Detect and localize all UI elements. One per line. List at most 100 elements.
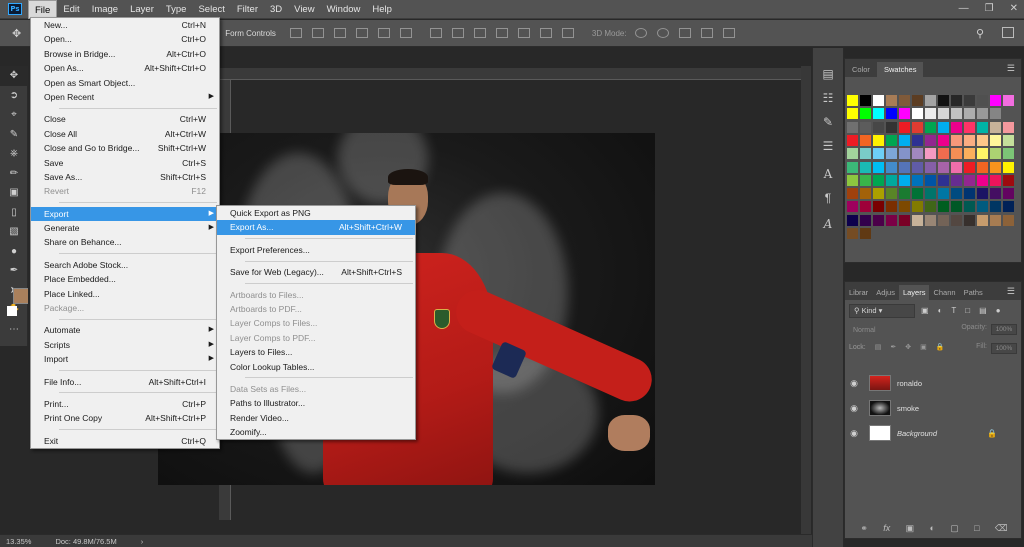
distribute-left-icon[interactable] xyxy=(495,28,508,38)
color-swatch[interactable] xyxy=(847,121,858,133)
color-swatch[interactable] xyxy=(873,121,884,133)
gradient-tool-icon[interactable]: ▧ xyxy=(0,222,28,242)
color-swatch[interactable] xyxy=(990,174,1001,186)
color-swatch[interactable] xyxy=(951,188,962,200)
menu-item-open-recent[interactable]: Open Recent ▶ xyxy=(31,90,219,104)
color-swatch[interactable] xyxy=(847,201,858,213)
more-tools-icon[interactable]: ⋯ xyxy=(0,320,28,340)
menu-item-close-all[interactable]: Close All Alt+Ctrl+W xyxy=(31,127,219,141)
color-swatch[interactable] xyxy=(977,95,988,106)
color-swatch[interactable] xyxy=(938,174,949,186)
color-swatch[interactable] xyxy=(847,174,858,186)
color-swatch[interactable] xyxy=(873,95,884,106)
menu-item-export[interactable]: Export ▶ xyxy=(31,206,219,222)
menu-file[interactable]: File xyxy=(28,0,58,19)
color-swatch[interactable] xyxy=(847,95,858,106)
color-swatch[interactable] xyxy=(938,108,949,120)
menu-item-import[interactable]: Import ▶ xyxy=(31,352,219,366)
filter-shape-icon[interactable]: □ xyxy=(965,306,970,315)
color-swatch[interactable] xyxy=(990,214,1001,226)
visibility-eye-icon[interactable]: ◉ xyxy=(845,403,863,414)
menu-image[interactable]: Image xyxy=(86,0,124,19)
background-color-swatch[interactable] xyxy=(7,306,17,316)
menu-item-print-one-copy[interactable]: Print One Copy Alt+Shift+Ctrl+P xyxy=(31,411,219,425)
color-swatch[interactable] xyxy=(873,134,884,146)
color-swatch[interactable] xyxy=(938,188,949,200)
color-swatch[interactable] xyxy=(964,161,975,173)
color-swatch[interactable] xyxy=(964,95,975,106)
filter-pixel-icon[interactable]: ▣ xyxy=(921,306,929,315)
color-swatch[interactable] xyxy=(1003,161,1014,173)
menu-filter[interactable]: Filter xyxy=(231,0,264,19)
color-swatch[interactable] xyxy=(847,108,858,120)
lock-artboard-icon[interactable]: ▣ xyxy=(920,343,927,351)
color-swatch[interactable] xyxy=(860,121,871,133)
menu-item-exit[interactable]: Exit Ctrl+Q xyxy=(31,434,219,448)
color-swatch[interactable] xyxy=(860,161,871,173)
move-tool-icon[interactable]: ✥ xyxy=(12,27,21,40)
new-group-icon[interactable]: ▢ xyxy=(950,523,959,534)
color-swatch[interactable] xyxy=(860,134,871,146)
lock-pixels-icon[interactable]: ▤ xyxy=(875,343,882,351)
color-swatch[interactable] xyxy=(938,148,949,160)
color-swatch[interactable] xyxy=(951,201,962,213)
pen-tool-icon[interactable]: ✒ xyxy=(0,261,28,281)
color-swatch[interactable] xyxy=(964,108,975,120)
color-swatch[interactable] xyxy=(912,134,923,146)
color-swatch[interactable] xyxy=(925,201,936,213)
menu-item-save[interactable]: Save Ctrl+S xyxy=(31,156,219,170)
color-swatch[interactable] xyxy=(990,134,1001,146)
form-controls-label[interactable]: Form Controls xyxy=(225,29,276,38)
color-swatch[interactable] xyxy=(951,214,962,226)
color-swatch[interactable] xyxy=(860,188,871,200)
adjustment-sliders-icon[interactable]: ☰ xyxy=(813,134,843,158)
color-swatch[interactable] xyxy=(860,174,871,186)
color-swatch[interactable] xyxy=(886,188,897,200)
color-swatch[interactable] xyxy=(938,134,949,146)
color-swatch[interactable] xyxy=(951,148,962,160)
foreground-color-swatch[interactable] xyxy=(13,288,29,304)
color-swatch[interactable] xyxy=(925,121,936,133)
color-swatch[interactable] xyxy=(873,148,884,160)
color-swatch[interactable] xyxy=(886,201,897,213)
color-swatch[interactable] xyxy=(899,134,910,146)
color-swatch[interactable] xyxy=(886,174,897,186)
color-swatch[interactable] xyxy=(873,108,884,120)
eraser-tool-icon[interactable]: ▯ xyxy=(0,203,28,223)
color-swatch[interactable] xyxy=(1003,148,1014,160)
color-swatch[interactable] xyxy=(977,174,988,186)
color-swatch[interactable] xyxy=(925,108,936,120)
menu-item-print[interactable]: Print... Ctrl+P xyxy=(31,397,219,411)
menu-help[interactable]: Help xyxy=(366,0,398,19)
color-swatch[interactable] xyxy=(860,228,871,239)
color-swatch[interactable] xyxy=(990,201,1001,213)
color-swatch[interactable] xyxy=(951,121,962,133)
menu-item-place-linked[interactable]: Place Linked... xyxy=(31,287,219,301)
color-swatch[interactable] xyxy=(925,188,936,200)
filter-smart-object-icon[interactable]: ▤ xyxy=(979,306,987,315)
color-swatch[interactable] xyxy=(912,121,923,133)
color-swatch[interactable] xyxy=(925,214,936,226)
color-swatch[interactable] xyxy=(990,108,1001,120)
color-swatch[interactable] xyxy=(938,201,949,213)
3d-drag-icon[interactable] xyxy=(678,28,691,38)
blur-tool-icon[interactable]: ● xyxy=(0,242,28,262)
layer-row-smoke[interactable]: ◉ smoke xyxy=(845,396,1023,420)
link-layers-icon[interactable]: ⚭ xyxy=(860,523,868,534)
color-swatch[interactable] xyxy=(964,148,975,160)
color-swatch[interactable] xyxy=(899,108,910,120)
filter-adjustment-icon[interactable]: ◐ xyxy=(938,306,943,315)
filter-type-icon[interactable]: T xyxy=(951,306,956,315)
color-swatch[interactable] xyxy=(977,121,988,133)
menu-select[interactable]: Select xyxy=(192,0,230,19)
layer-style-icon[interactable]: fx xyxy=(883,523,890,533)
3d-rotate-icon[interactable] xyxy=(634,28,647,38)
color-swatch[interactable] xyxy=(847,214,858,226)
color-swatch[interactable] xyxy=(977,214,988,226)
layer-row-background[interactable]: ◉ Background 🔒 xyxy=(845,421,1023,445)
color-swatch[interactable] xyxy=(964,134,975,146)
color-swatch[interactable] xyxy=(977,201,988,213)
menu-item-scripts[interactable]: Scripts ▶ xyxy=(31,338,219,352)
glyphs-icon[interactable]: A xyxy=(813,212,843,236)
menu-item-save-for-web-legacy[interactable]: Save for Web (Legacy)... Alt+Shift+Ctrl+S xyxy=(217,265,415,279)
